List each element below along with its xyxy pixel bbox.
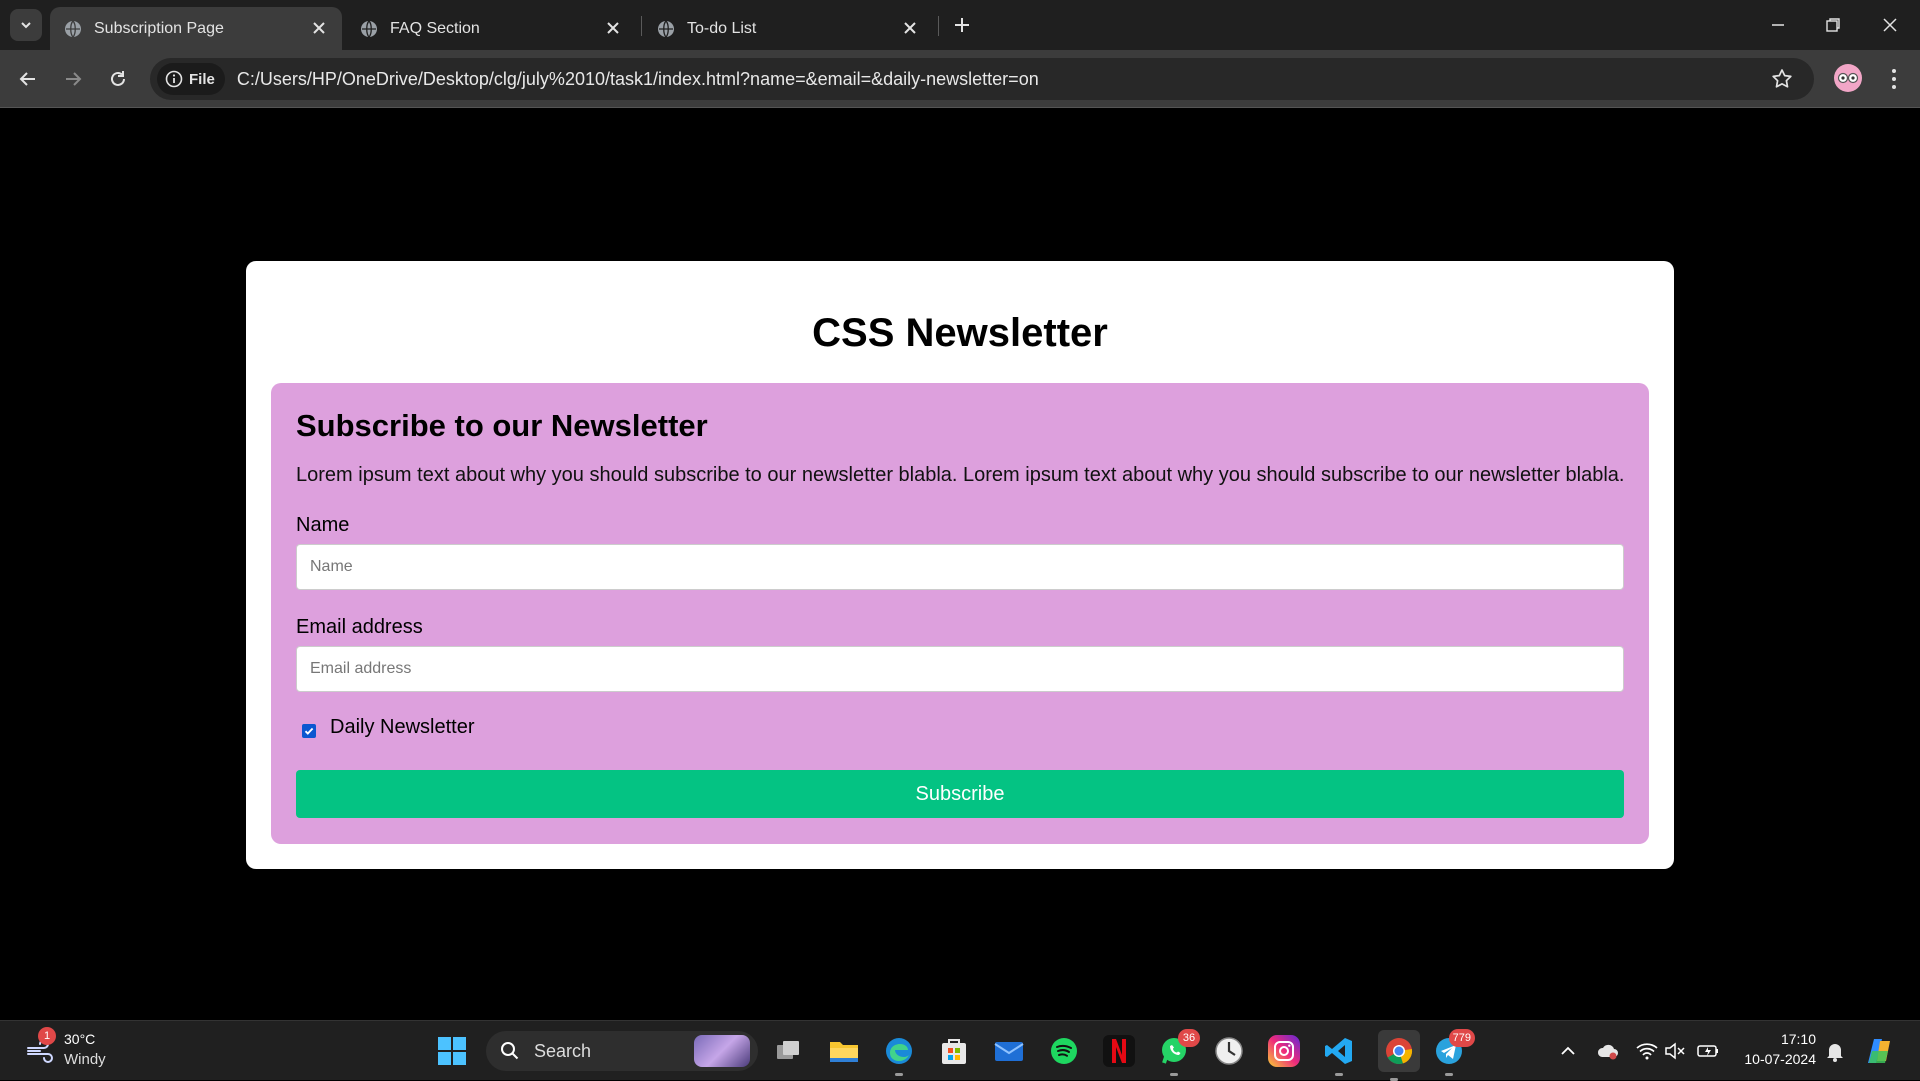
windows-logo-icon	[438, 1037, 466, 1065]
daily-newsletter-label[interactable]: Daily Newsletter	[330, 716, 474, 739]
restore-icon[interactable]	[1821, 13, 1845, 37]
forward-arrow-icon[interactable]	[60, 66, 86, 92]
url-text[interactable]: C:/Users/HP/OneDrive/Desktop/clg/july%20…	[237, 69, 1039, 90]
site-info-chip[interactable]: File	[157, 63, 225, 95]
tab-title: FAQ Section	[390, 19, 480, 37]
telegram-icon[interactable]: 779	[1433, 1029, 1475, 1076]
kebab-menu-icon[interactable]	[1882, 66, 1906, 92]
subscribe-button[interactable]: Subscribe	[296, 770, 1624, 818]
search-label: Search	[534, 1040, 592, 1061]
whatsapp-unread-badge: 36	[1178, 1029, 1200, 1047]
taskbar-search[interactable]: Search	[486, 1031, 758, 1071]
globe-icon	[658, 20, 674, 37]
bookmark-star-icon[interactable]	[1770, 67, 1794, 91]
email-input[interactable]	[296, 646, 1624, 692]
microsoft-store-icon[interactable]	[938, 1035, 970, 1067]
tab-subscription-page[interactable]: Subscription Page	[50, 7, 342, 50]
vscode-icon[interactable]	[1323, 1035, 1355, 1076]
search-icon	[501, 1042, 519, 1060]
newsletter-card: CSS Newsletter Subscribe to our Newslett…	[246, 261, 1674, 869]
tab-search-button[interactable]	[10, 9, 42, 41]
task-view-icon[interactable]	[773, 1035, 805, 1067]
reload-icon[interactable]	[105, 66, 131, 92]
daily-newsletter-checkbox[interactable]	[302, 724, 316, 738]
battery-charging-icon[interactable]	[1696, 1039, 1720, 1063]
new-tab-plus-icon[interactable]	[950, 13, 974, 37]
browser-toolbar: File C:/Users/HP/OneDrive/Desktop/clg/ju…	[0, 50, 1920, 108]
chevron-up-icon[interactable]	[1556, 1039, 1580, 1063]
page-title: CSS Newsletter	[812, 311, 1108, 355]
spotify-icon[interactable]	[1048, 1035, 1080, 1067]
tab-separator	[641, 16, 642, 36]
weather-condition: Windy	[64, 1051, 106, 1068]
start-button[interactable]	[436, 1035, 468, 1067]
onedrive-cloud-icon[interactable]	[1596, 1039, 1620, 1063]
tab-separator	[938, 16, 939, 36]
telegram-unread-badge: 779	[1448, 1029, 1475, 1047]
windows-taskbar: 1 30°C Windy Search 36 779 17:10 10-07-2…	[0, 1020, 1920, 1081]
notification-bell-icon[interactable]	[1823, 1039, 1847, 1063]
glasses-avatar-icon	[1837, 72, 1859, 84]
edge-icon[interactable]	[883, 1035, 915, 1076]
copilot-icon[interactable]	[1864, 1035, 1896, 1067]
site-chip-label: File	[189, 70, 215, 88]
info-icon	[165, 70, 183, 88]
checkmark-icon	[304, 727, 314, 735]
weather-temperature: 30°C	[64, 1031, 96, 1047]
netflix-icon[interactable]	[1103, 1035, 1135, 1067]
form-description: Lorem ipsum text about why you should su…	[296, 464, 1625, 486]
system-clock[interactable]: 17:10 10-07-2024	[1736, 1029, 1816, 1069]
window-close-icon[interactable]	[1878, 13, 1902, 37]
close-icon[interactable]	[604, 19, 622, 37]
wifi-icon[interactable]	[1635, 1039, 1659, 1063]
whatsapp-icon[interactable]: 36	[1158, 1029, 1200, 1076]
speaker-muted-icon[interactable]	[1663, 1039, 1687, 1063]
mail-icon[interactable]	[993, 1035, 1025, 1067]
clock-app-icon[interactable]	[1213, 1035, 1245, 1067]
weather-widget[interactable]: 1 30°C Windy	[24, 1027, 124, 1073]
search-highlight-image	[694, 1035, 750, 1067]
tab-title: Subscription Page	[94, 19, 224, 37]
back-arrow-icon[interactable]	[15, 66, 41, 92]
chrome-icon[interactable]	[1378, 1030, 1420, 1081]
tab-title: To-do List	[687, 19, 757, 37]
name-input[interactable]	[296, 544, 1624, 590]
clock-date: 10-07-2024	[1744, 1051, 1816, 1067]
profile-avatar[interactable]	[1834, 64, 1862, 92]
clock-time: 17:10	[1780, 1031, 1816, 1047]
email-label: Email address	[296, 616, 423, 638]
tab-strip: Subscription Page FAQ Section To-do List	[0, 0, 1920, 50]
chevron-down-icon	[21, 22, 31, 29]
subscribe-form-panel: Subscribe to our Newsletter Lorem ipsum …	[271, 383, 1649, 844]
tab-faq-section[interactable]: FAQ Section	[346, 7, 636, 50]
address-bar[interactable]: File C:/Users/HP/OneDrive/Desktop/clg/ju…	[150, 58, 1814, 100]
tab-todo-list[interactable]: To-do List	[643, 7, 933, 50]
globe-icon	[361, 20, 377, 37]
weather-alert-badge: 1	[38, 1027, 56, 1045]
file-explorer-icon[interactable]	[828, 1035, 860, 1067]
form-heading: Subscribe to our Newsletter	[296, 408, 708, 443]
instagram-icon[interactable]	[1268, 1035, 1300, 1067]
close-icon[interactable]	[901, 19, 919, 37]
name-label: Name	[296, 514, 350, 536]
close-icon[interactable]	[310, 19, 328, 37]
minimize-icon[interactable]	[1766, 13, 1790, 37]
globe-icon	[65, 20, 81, 37]
